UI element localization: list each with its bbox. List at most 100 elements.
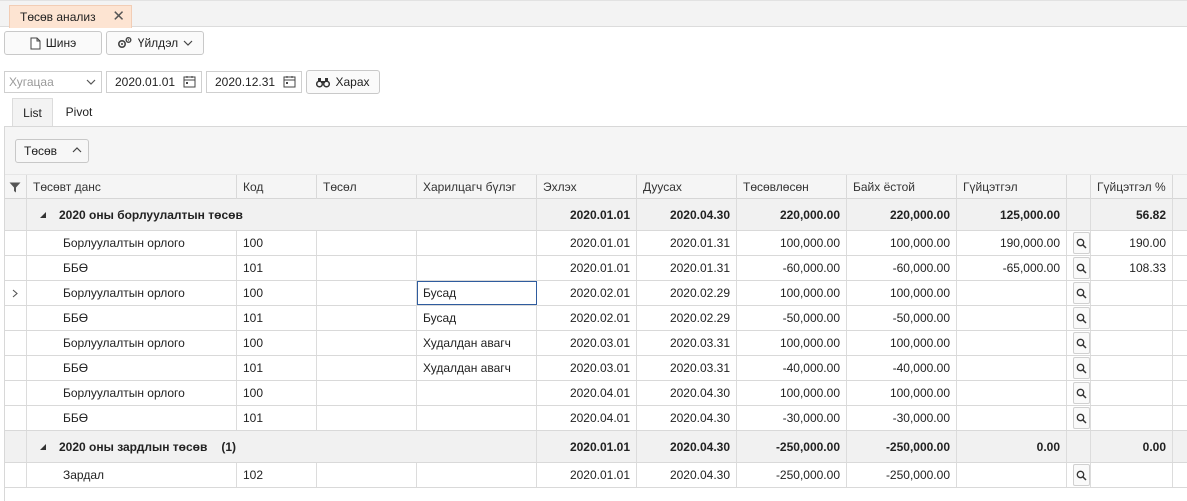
- lookup-cell[interactable]: [1067, 256, 1091, 280]
- expected-cell[interactable]: -250,000.00: [847, 463, 957, 487]
- search-icon[interactable]: [1073, 257, 1090, 279]
- lookup-cell[interactable]: [1067, 331, 1091, 355]
- project-cell[interactable]: [317, 463, 417, 487]
- account-cell[interactable]: Борлуулалтын орлого: [27, 231, 237, 255]
- date-to-field[interactable]: 2020.12.31: [206, 71, 302, 93]
- actual-pct-cell[interactable]: [1091, 306, 1173, 330]
- end-cell[interactable]: 2020.01.31: [637, 231, 737, 255]
- code-cell[interactable]: 100: [237, 231, 317, 255]
- col-actual-pct[interactable]: Гүйцэтгэл %: [1091, 175, 1173, 199]
- end-cell[interactable]: 2020.02.29: [637, 281, 737, 305]
- customer-group-cell[interactable]: Бусад: [417, 306, 537, 330]
- actual-cell[interactable]: [957, 331, 1067, 355]
- planned-cell[interactable]: 100,000.00: [737, 231, 847, 255]
- actual-cell[interactable]: 190,000.00: [957, 231, 1067, 255]
- account-cell[interactable]: Зардал: [27, 463, 237, 487]
- group-row[interactable]: 2020 оны зардлын төсөв (1) 2020.01.01 2020.…: [5, 431, 1187, 463]
- account-cell[interactable]: Борлуулалтын орлого: [27, 281, 237, 305]
- start-cell[interactable]: 2020.01.01: [537, 256, 637, 280]
- start-cell[interactable]: 2020.02.01: [537, 306, 637, 330]
- end-cell[interactable]: 2020.04.30: [637, 381, 737, 405]
- search-icon[interactable]: [1073, 464, 1090, 486]
- actual-cell[interactable]: [957, 463, 1067, 487]
- project-cell[interactable]: [317, 231, 417, 255]
- col-end[interactable]: Дуусах: [637, 175, 737, 199]
- col-customer-group[interactable]: Харилцагч бүлэг: [417, 175, 537, 199]
- account-cell[interactable]: Борлуулалтын орлого: [27, 381, 237, 405]
- lookup-cell[interactable]: [1067, 231, 1091, 255]
- date-from-field[interactable]: 2020.01.01: [106, 71, 202, 93]
- actual-cell[interactable]: -65,000.00: [957, 256, 1067, 280]
- table-row[interactable]: ББӨ 101 2020.01.01 2020.01.31 -60,000.00 -60,…: [5, 256, 1187, 281]
- col-account[interactable]: Төсөвт данс: [27, 175, 237, 199]
- planned-cell[interactable]: -60,000.00: [737, 256, 847, 280]
- actual-pct-cell[interactable]: 108.33: [1091, 256, 1173, 280]
- account-cell[interactable]: ББӨ: [27, 356, 237, 380]
- start-cell[interactable]: 2020.03.01: [537, 356, 637, 380]
- end-cell[interactable]: 2020.01.31: [637, 256, 737, 280]
- search-icon[interactable]: [1073, 407, 1090, 429]
- project-cell[interactable]: [317, 356, 417, 380]
- col-project[interactable]: Төсөл: [317, 175, 417, 199]
- actual-pct-cell[interactable]: [1091, 381, 1173, 405]
- end-cell[interactable]: 2020.02.29: [637, 306, 737, 330]
- table-row[interactable]: ББӨ 101 2020.04.01 2020.04.30 -30,000.00 -30,…: [5, 406, 1187, 431]
- code-cell[interactable]: 100: [237, 281, 317, 305]
- project-cell[interactable]: [317, 306, 417, 330]
- calendar-icon[interactable]: [183, 75, 196, 88]
- customer-group-cell[interactable]: [417, 463, 537, 487]
- customer-group-cell[interactable]: [417, 381, 537, 405]
- table-row[interactable]: Борлуулалтын орлого 100 Худалдан авагч 2020…: [5, 331, 1187, 356]
- end-cell[interactable]: 2020.03.31: [637, 356, 737, 380]
- code-cell[interactable]: 102: [237, 463, 317, 487]
- search-icon[interactable]: [1073, 282, 1090, 304]
- planned-cell[interactable]: -50,000.00: [737, 306, 847, 330]
- lookup-cell[interactable]: [1067, 281, 1091, 305]
- account-cell[interactable]: Борлуулалтын орлого: [27, 331, 237, 355]
- table-row[interactable]: Зардал 102 2020.01.01 2020.04.30 -250,000.00…: [5, 463, 1187, 488]
- table-row[interactable]: ББӨ 101 Бусад 2020.02.01 2020.02.29 -50,000.0…: [5, 306, 1187, 331]
- planned-cell[interactable]: 100,000.00: [737, 281, 847, 305]
- lookup-cell[interactable]: [1067, 306, 1091, 330]
- customer-group-cell[interactable]: Худалдан авагч: [417, 331, 537, 355]
- project-cell[interactable]: [317, 281, 417, 305]
- group-row[interactable]: 2020 оны борлуулалтын төсөв 2020.01.01 202…: [5, 199, 1187, 231]
- col-planned[interactable]: Төсөвлөсөн: [737, 175, 847, 199]
- planned-cell[interactable]: -30,000.00: [737, 406, 847, 430]
- start-cell[interactable]: 2020.04.01: [537, 406, 637, 430]
- col-start[interactable]: Эхлэх: [537, 175, 637, 199]
- search-icon[interactable]: [1073, 332, 1090, 354]
- end-cell[interactable]: 2020.03.31: [637, 331, 737, 355]
- code-cell[interactable]: 101: [237, 406, 317, 430]
- project-cell[interactable]: [317, 406, 417, 430]
- expected-cell[interactable]: -60,000.00: [847, 256, 957, 280]
- start-cell[interactable]: 2020.04.01: [537, 381, 637, 405]
- new-button[interactable]: Шинэ: [4, 31, 102, 55]
- search-icon[interactable]: [1073, 307, 1090, 329]
- period-select[interactable]: Хугацаа: [4, 71, 102, 93]
- code-cell[interactable]: 101: [237, 356, 317, 380]
- actual-pct-cell[interactable]: [1091, 356, 1173, 380]
- table-row[interactable]: Борлуулалтын орлого 100 2020.01.01 2020.01.…: [5, 231, 1187, 256]
- table-row[interactable]: Борлуулалтын орлого 100 Бусад 2020.02.01 202…: [5, 281, 1187, 306]
- search-icon[interactable]: [1073, 382, 1090, 404]
- search-icon[interactable]: [1073, 232, 1090, 254]
- actual-pct-cell[interactable]: [1091, 281, 1173, 305]
- search-icon[interactable]: [1073, 357, 1090, 379]
- project-cell[interactable]: [317, 381, 417, 405]
- tab-budget-analysis[interactable]: Төсөв анализ ✕: [9, 5, 132, 28]
- collapse-triangle-icon[interactable]: [39, 211, 47, 219]
- lookup-cell[interactable]: [1067, 381, 1091, 405]
- lookup-cell[interactable]: [1067, 463, 1091, 487]
- actual-pct-cell[interactable]: [1091, 331, 1173, 355]
- planned-cell[interactable]: -40,000.00: [737, 356, 847, 380]
- expected-cell[interactable]: -50,000.00: [847, 306, 957, 330]
- lookup-cell[interactable]: [1067, 406, 1091, 430]
- customer-group-cell[interactable]: [417, 231, 537, 255]
- tab-pivot[interactable]: Pivot: [58, 98, 100, 126]
- customer-group-cell[interactable]: [417, 406, 537, 430]
- expected-cell[interactable]: 100,000.00: [847, 331, 957, 355]
- actual-cell[interactable]: [957, 281, 1067, 305]
- customer-group-cell[interactable]: [417, 256, 537, 280]
- chevron-up-icon[interactable]: [72, 146, 82, 153]
